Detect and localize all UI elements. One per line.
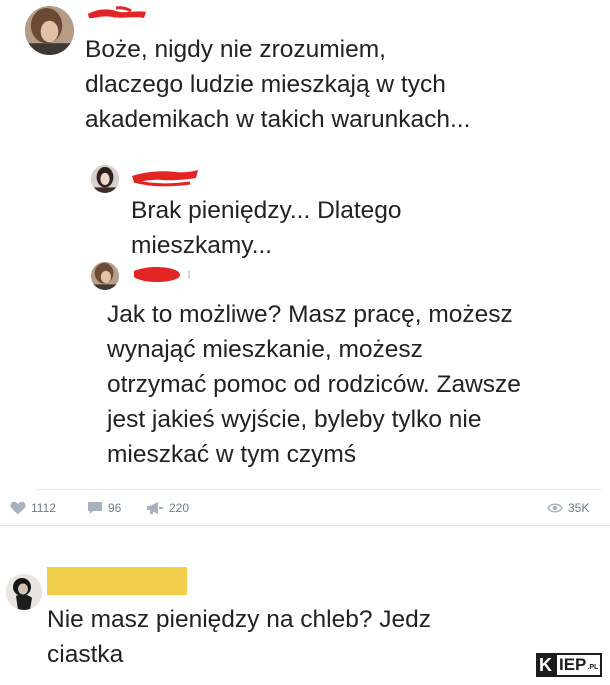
reply-2-author-name-redaction (130, 263, 194, 287)
reply-1-author-name-redaction (130, 166, 200, 188)
reply-1-avatar[interactable] (91, 165, 119, 193)
post-stats-bar: 1112 96 220 35K (0, 495, 610, 523)
reposts-count: 220 (169, 501, 190, 515)
comment-icon (88, 502, 102, 514)
views-count: 35K (568, 501, 590, 515)
comments-count: 96 (108, 501, 122, 515)
text-line: Jak to możliwe? Masz pracę, możesz (107, 301, 513, 328)
watermark-k: K (536, 653, 555, 677)
comments-button[interactable]: 96 (87, 501, 121, 515)
text-line: akademikach w takich warunkach... (85, 106, 471, 133)
text-line: Boże, nigdy nie zrozumiem, (85, 36, 386, 63)
text-line: Nie masz pieniędzy na chleb? Jedz (47, 606, 432, 633)
post-text: Boże, nigdy nie zrozumiem, dlaczego ludz… (85, 32, 470, 137)
reply-1-text: Brak pieniędzy... Dlatego mieszkamy... (131, 193, 402, 263)
watermark-suffix: .PL (587, 664, 599, 671)
text-line: dlaczego ludzie mieszkają w tych (85, 71, 446, 98)
text-line: otrzymać pomoc od rodziców. Zawsze (107, 371, 521, 398)
bottom-comment-avatar[interactable] (6, 574, 42, 610)
views-indicator: 35K (547, 501, 589, 515)
text-line: wynająć mieszkanie, możesz (107, 336, 423, 363)
bottom-comment-author-name-redaction (47, 567, 187, 595)
stats-top-divider (36, 489, 601, 490)
post-author-name-redaction (86, 6, 148, 22)
eye-icon (547, 503, 563, 513)
reply-2-text: Jak to możliwe? Masz pracę, możesz wynaj… (107, 297, 521, 472)
text-line: jest jakieś wyjście, byleby tylko nie (107, 406, 482, 433)
heart-icon (10, 501, 26, 515)
watermark-rest: IEP .PL (555, 653, 603, 677)
kiep-watermark-logo: K IEP .PL (536, 653, 603, 677)
author-photo-icon (91, 165, 119, 193)
text-line: mieszkamy... (131, 232, 273, 259)
text-line: Brak pieniędzy... Dlatego (131, 197, 402, 224)
watermark-text: IEP (559, 655, 587, 674)
post-author-avatar[interactable] (25, 6, 74, 55)
likes-button[interactable]: 1112 (10, 501, 56, 515)
reply-2-avatar[interactable] (91, 262, 119, 290)
author-photo-icon (25, 6, 74, 55)
likes-count: 1112 (31, 501, 56, 515)
author-photo-icon (91, 262, 119, 290)
bottom-comment-text: Nie masz pieniędzy na chleb? Jedz ciastk… (47, 602, 431, 672)
megaphone-icon (147, 502, 163, 514)
reposts-button[interactable]: 220 (146, 501, 189, 515)
author-photo-icon (6, 574, 42, 610)
text-line: mieszkać w tym czymś (107, 441, 357, 468)
text-line: ciastka (47, 641, 124, 668)
stats-bottom-divider (0, 525, 610, 526)
